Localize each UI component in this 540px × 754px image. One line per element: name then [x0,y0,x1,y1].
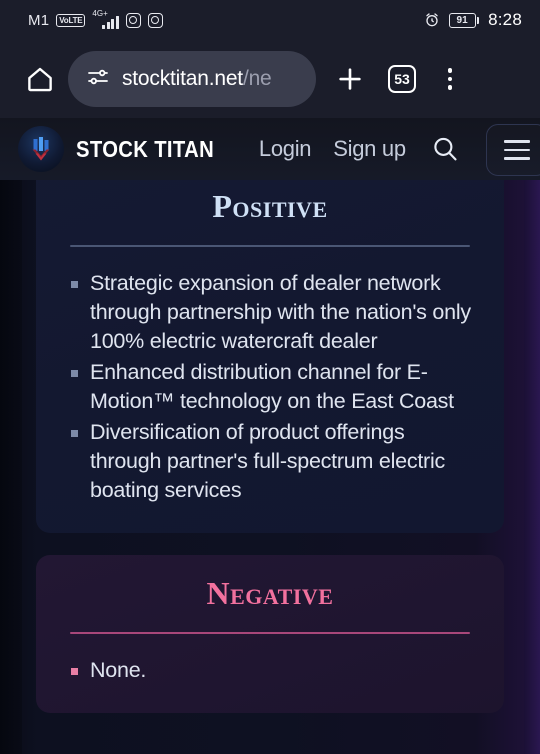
signal-strength-icon: 4G+ [92,9,119,29]
battery-tip [476,16,480,24]
url-path: /ne [242,67,272,90]
tab-switcher-button[interactable]: 53 [380,57,424,101]
positive-card: Positive Strategic expansion of dealer n… [36,180,504,533]
new-tab-button[interactable] [328,57,372,101]
network-type-label: 4G+ [92,9,108,18]
negative-card: Negative None. [36,555,504,713]
signup-link[interactable]: Sign up [333,136,406,162]
list-item: None. [64,656,474,685]
login-link[interactable]: Login [259,136,312,162]
home-icon[interactable] [20,59,60,99]
clock-label: 8:28 [488,10,522,29]
positive-divider [70,245,470,247]
url-domain: stocktitan.net [122,67,243,90]
page-left-edge [0,180,22,754]
hamburger-menu-icon[interactable] [486,124,540,176]
instagram-icon [125,12,141,28]
status-bar-left: M1 VoLTE 4G+ [28,9,163,29]
header-nav: Login Sign up [259,136,406,162]
negative-card-title: Negative [206,575,334,611]
positive-bullet-list: Strategic expansion of dealer network th… [64,269,474,505]
logo-glyph [32,137,50,161]
page-right-edge [524,180,540,754]
brand-label: STOCK TITAN [76,135,215,162]
tab-count-label: 53 [388,65,416,93]
browser-toolbar: stocktitan.net/ne 53 [0,40,540,118]
alarm-clock-icon [424,12,440,28]
list-item: Enhanced distribution channel for E-Moti… [64,358,474,416]
status-bar-right: 91 8:28 [424,10,522,30]
search-icon[interactable] [428,132,462,166]
stock-titan-logo[interactable] [18,126,64,172]
instagram-icon [147,12,163,28]
negative-bullet-list: None. [64,656,474,685]
url-bar[interactable]: stocktitan.net/ne [68,51,316,107]
three-dot-menu-icon[interactable] [432,57,468,101]
list-item: Diversification of product offerings thr… [64,418,474,505]
positive-card-title: Positive [212,188,328,224]
carrier-label: M1 [28,11,50,29]
battery-percent-label: 91 [448,12,476,28]
page-content: Positive Strategic expansion of dealer n… [0,180,540,754]
negative-divider [70,632,470,634]
site-header: STOCK TITAN Login Sign up [0,118,540,180]
tune-icon[interactable] [86,65,110,94]
list-item: Strategic expansion of dealer network th… [64,269,474,356]
url-text: stocktitan.net/ne [122,67,272,91]
volte-badge: VoLTE [56,13,86,27]
battery-indicator: 91 [448,12,480,28]
status-bar: M1 VoLTE 4G+ 91 8:28 [0,0,540,40]
